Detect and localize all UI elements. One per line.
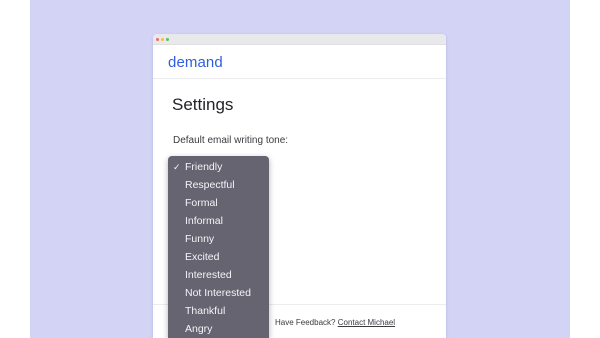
tone-option-label: Thankful: [185, 305, 226, 317]
tone-option-label: Formal: [185, 197, 218, 209]
feedback-prefix: Have Feedback?: [275, 318, 336, 327]
tone-option-friendly[interactable]: ✓ Friendly: [168, 159, 269, 175]
tone-option-label: Funny: [185, 233, 215, 245]
maximize-window-dot-icon[interactable]: [166, 38, 169, 41]
tone-option-label: Interested: [185, 269, 232, 281]
tone-option-respectful[interactable]: Respectful: [168, 177, 269, 193]
tone-option-label: Informal: [185, 215, 223, 227]
tone-option-angry[interactable]: Angry: [168, 321, 269, 337]
tone-option-interested[interactable]: Interested: [168, 267, 269, 283]
tone-label: Default email writing tone:: [173, 135, 289, 146]
contact-link[interactable]: Contact Michael: [338, 318, 395, 327]
tone-option-label: Not Interested: [185, 287, 251, 299]
tone-option-excited[interactable]: Excited: [168, 249, 269, 265]
tone-option-informal[interactable]: Informal: [168, 213, 269, 229]
tone-option-formal[interactable]: Formal: [168, 195, 269, 211]
tone-option-not-interested[interactable]: Not Interested: [168, 285, 269, 301]
window-titlebar: [153, 34, 446, 45]
page-title: Settings: [172, 95, 234, 114]
tone-dropdown-menu[interactable]: ✓ Friendly Respectful Formal Informal Fu…: [168, 156, 269, 338]
tone-option-thankful[interactable]: Thankful: [168, 303, 269, 319]
tone-option-funny[interactable]: Funny: [168, 231, 269, 247]
tone-option-label: Excited: [185, 251, 220, 263]
tone-option-label: Respectful: [185, 179, 235, 191]
feedback-text: Have Feedback? Contact Michael: [275, 318, 395, 327]
close-window-dot-icon[interactable]: [156, 38, 159, 41]
checkmark-icon: ✓: [173, 162, 181, 172]
tone-option-label: Angry: [185, 323, 213, 335]
tone-option-label: Friendly: [185, 161, 223, 173]
header-divider: [153, 78, 446, 79]
minimize-window-dot-icon[interactable]: [161, 38, 164, 41]
brand-logo: demand: [168, 54, 223, 71]
